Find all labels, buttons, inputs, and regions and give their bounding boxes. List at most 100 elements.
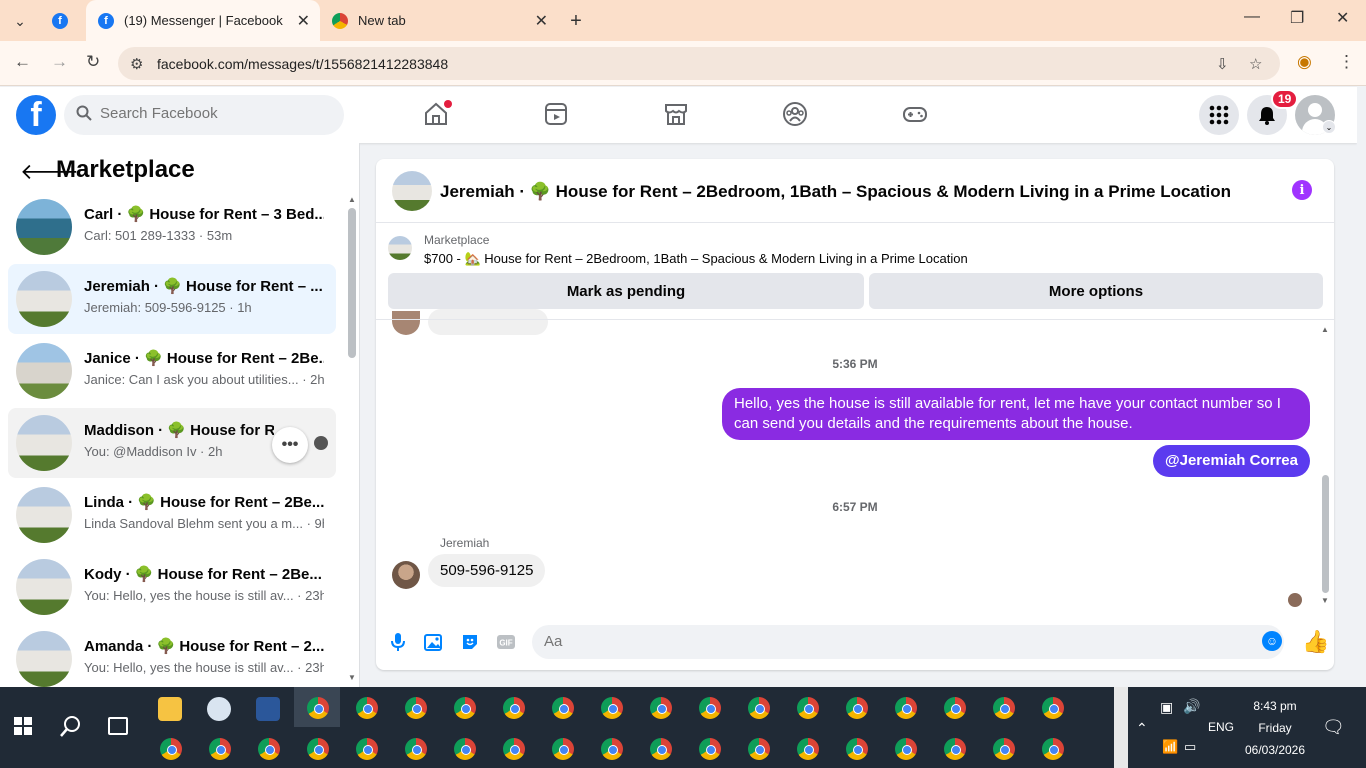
groups-icon[interactable]: [782, 101, 808, 127]
reload-icon[interactable]: ↻: [86, 52, 100, 72]
marketplace-icon[interactable]: [663, 101, 689, 127]
conversation-jeremiah[interactable]: Jeremiah · 🌳 House for Rent – ... Jeremi…: [8, 264, 336, 334]
message-input[interactable]: [544, 633, 1224, 650]
more-options-button[interactable]: More options: [869, 273, 1323, 309]
info-icon[interactable]: i: [1292, 180, 1312, 200]
show-hidden-icons-icon[interactable]: ⌃: [1136, 720, 1148, 737]
install-app-icon[interactable]: ⇩: [1216, 55, 1229, 73]
incoming-message-bubble[interactable]: 509-596-9125: [428, 554, 546, 587]
conversation-janice[interactable]: Janice · 🌳 House for Rent – 2Be... Janic…: [8, 336, 336, 406]
chrome-taskbar-icon[interactable]: [601, 697, 623, 719]
word-icon[interactable]: [256, 697, 280, 721]
chrome-taskbar-icon[interactable]: [699, 697, 721, 719]
chrome-taskbar-icon[interactable]: [846, 738, 868, 760]
page-scrollbar[interactable]: [1357, 87, 1366, 687]
close-tab-icon[interactable]: ✕: [297, 11, 310, 31]
profile-icon[interactable]: ◉: [1297, 52, 1312, 72]
chrome-taskbar-icon[interactable]: [650, 738, 672, 760]
chrome-taskbar-icon[interactable]: [503, 697, 525, 719]
minimize-icon[interactable]: —: [1244, 8, 1260, 26]
chrome-taskbar-icon[interactable]: [307, 697, 329, 719]
chrome-taskbar-icon[interactable]: [503, 738, 525, 760]
site-settings-icon[interactable]: ⚙: [130, 55, 143, 73]
chrome-taskbar-icon[interactable]: [307, 738, 329, 760]
sticker-icon[interactable]: [459, 631, 481, 653]
chrome-taskbar-icon[interactable]: [846, 697, 868, 719]
bookmark-star-icon[interactable]: ☆: [1249, 55, 1262, 73]
omnibox[interactable]: ⚙ facebook.com/messages/t/15568214122838…: [118, 47, 1280, 80]
window-close-icon[interactable]: ✕: [1336, 8, 1349, 28]
scroll-down-arrow-icon[interactable]: ▼: [1321, 596, 1329, 605]
gif-icon[interactable]: GIF: [495, 631, 517, 653]
chrome-taskbar-icon[interactable]: [356, 697, 378, 719]
conversation-maddison[interactable]: Maddison · 🌳 House for Rent You: @Maddis…: [8, 408, 336, 478]
thumbs-up-icon[interactable]: 👍: [1302, 629, 1329, 655]
chat-title[interactable]: Jeremiah · 🌳 House for Rent – 2Bedroom, …: [440, 182, 1231, 202]
clock-day[interactable]: Friday: [1232, 721, 1318, 735]
chrome-taskbar-icon[interactable]: [944, 697, 966, 719]
clock-time[interactable]: 8:43 pm: [1232, 699, 1318, 713]
scroll-down-arrow-icon[interactable]: ▼: [348, 673, 356, 682]
photo-icon[interactable]: [423, 631, 445, 653]
wifi-icon[interactable]: 📶: [1162, 739, 1178, 755]
outgoing-message-bubble[interactable]: Hello, yes the house is still available …: [722, 388, 1310, 440]
chrome-taskbar-icon[interactable]: [552, 697, 574, 719]
chrome-taskbar-icon[interactable]: [944, 738, 966, 760]
menu-grid-icon[interactable]: [1199, 95, 1239, 135]
pinned-facebook-tab[interactable]: f: [47, 8, 73, 34]
mention-bubble[interactable]: @Jeremiah Correa: [1152, 445, 1310, 477]
microphone-icon[interactable]: [387, 631, 409, 653]
taskbar-search-icon[interactable]: [60, 715, 82, 737]
chrome-taskbar-icon[interactable]: [405, 697, 427, 719]
battery-icon[interactable]: ▭: [1184, 739, 1196, 755]
input-language[interactable]: ENG: [1208, 720, 1234, 734]
chrome-taskbar-icon[interactable]: [748, 697, 770, 719]
sidebar-scrollbar[interactable]: [348, 208, 356, 358]
search-input[interactable]: [100, 105, 320, 122]
new-tab-plus-icon[interactable]: +: [563, 8, 589, 34]
paint-icon[interactable]: [207, 697, 231, 721]
tab-new-tab[interactable]: New tab ✕: [320, 0, 558, 41]
mark-as-pending-button[interactable]: Mark as pending: [388, 273, 864, 309]
chrome-taskbar-icon[interactable]: [993, 697, 1015, 719]
listing-summary[interactable]: $700 - 🏡 House for Rent – 2Bedroom, 1Bat…: [424, 251, 968, 267]
chrome-taskbar-icon[interactable]: [748, 738, 770, 760]
conversation-more-options-icon[interactable]: •••: [272, 427, 308, 463]
chrome-taskbar-icon[interactable]: [160, 738, 182, 760]
conversation-linda[interactable]: Linda · 🌳 House for Rent – 2Be... Linda …: [8, 480, 336, 550]
chat-scrollbar[interactable]: [1322, 475, 1329, 593]
search-box[interactable]: [64, 95, 344, 135]
tab-search-chevron-icon[interactable]: ⌄: [7, 8, 33, 34]
chrome-taskbar-icon[interactable]: [650, 697, 672, 719]
maximize-icon[interactable]: ❐: [1290, 8, 1304, 28]
chrome-taskbar-icon[interactable]: [895, 697, 917, 719]
emoji-icon[interactable]: ☺: [1262, 631, 1282, 651]
chrome-taskbar-icon[interactable]: [1042, 697, 1064, 719]
chrome-taskbar-icon[interactable]: [405, 738, 427, 760]
chrome-taskbar-icon[interactable]: [209, 738, 231, 760]
account-chevron-icon[interactable]: ⌄: [1322, 120, 1336, 134]
chrome-taskbar-icon[interactable]: [454, 738, 476, 760]
message-box[interactable]: [532, 625, 1284, 659]
volume-icon[interactable]: 🔊: [1183, 698, 1200, 715]
task-view-icon[interactable]: [108, 717, 128, 735]
close-tab-icon[interactable]: ✕: [535, 11, 548, 31]
chrome-taskbar-icon[interactable]: [552, 738, 574, 760]
chrome-taskbar-icon[interactable]: [797, 697, 819, 719]
meet-now-icon[interactable]: ▣: [1160, 699, 1173, 716]
back-arrow-icon[interactable]: ←: [14, 52, 31, 72]
file-explorer-icon[interactable]: [158, 697, 182, 721]
facebook-logo-icon[interactable]: f: [16, 95, 56, 135]
chrome-taskbar-icon[interactable]: [1042, 738, 1064, 760]
scroll-up-arrow-icon[interactable]: ▲: [1321, 325, 1329, 334]
video-icon[interactable]: [543, 101, 569, 127]
chrome-taskbar-icon[interactable]: [797, 738, 819, 760]
gaming-icon[interactable]: [902, 101, 928, 127]
windows-start-icon[interactable]: [14, 717, 32, 735]
clock-date[interactable]: 06/03/2026: [1232, 743, 1318, 757]
chrome-taskbar-icon[interactable]: [699, 738, 721, 760]
scroll-up-arrow-icon[interactable]: ▲: [348, 195, 356, 204]
taskbar-scrollbar[interactable]: [1114, 687, 1128, 768]
contact-avatar[interactable]: [392, 171, 432, 211]
chrome-taskbar-icon[interactable]: [895, 738, 917, 760]
